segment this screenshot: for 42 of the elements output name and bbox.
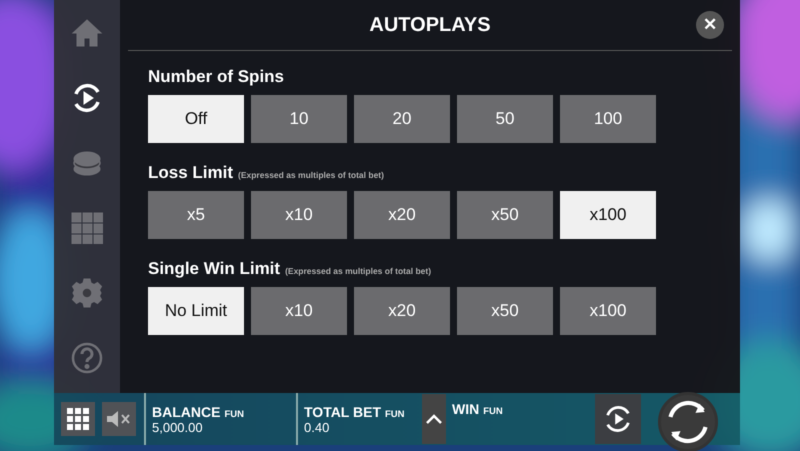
field-label: TOTAL BET (304, 404, 381, 420)
spin-button[interactable] (658, 392, 718, 451)
option-button[interactable]: x5 (148, 191, 244, 239)
currency-label: FUN (483, 406, 503, 417)
option-button[interactable]: 10 (251, 95, 347, 143)
caret-icon (426, 414, 442, 424)
close-button[interactable]: ✕ (696, 11, 724, 39)
menu-button[interactable] (61, 402, 95, 436)
home-icon[interactable] (71, 17, 103, 49)
option-button[interactable]: Off (148, 95, 244, 143)
field-label: WIN (452, 401, 480, 417)
option-button[interactable]: No Limit (148, 287, 244, 335)
muted-speaker-icon (106, 409, 132, 429)
option-button[interactable]: x100 (560, 287, 656, 335)
option-button[interactable]: 100 (560, 95, 656, 143)
field-value: 5,000.00 (152, 420, 204, 434)
section-heading: Single Win Limit (148, 259, 280, 279)
option-button[interactable]: x10 (251, 287, 347, 335)
currency-label: FUN (385, 408, 405, 420)
section-note: (Expressed as multiples of total bet) (238, 170, 384, 180)
option-button[interactable]: x50 (457, 191, 553, 239)
option-button[interactable]: x10 (251, 191, 347, 239)
settings-icon[interactable] (71, 277, 103, 309)
option-button[interactable]: x50 (457, 287, 553, 335)
sound-off-button[interactable] (102, 402, 136, 436)
option-button[interactable]: 20 (354, 95, 450, 143)
grid-icon (67, 408, 89, 430)
expand-button[interactable] (422, 394, 446, 444)
field-value: 0.40 (304, 420, 330, 434)
grid-icon[interactable] (71, 212, 103, 244)
section-heading: Loss Limit (148, 163, 234, 183)
option-button[interactable]: x20 (354, 191, 450, 239)
option-button[interactable]: x20 (354, 287, 450, 335)
option-button[interactable]: 50 (457, 95, 553, 143)
autoplay-button[interactable] (595, 394, 641, 444)
dialog-title: AUTOPLAYS (369, 14, 491, 36)
currency-label: FUN (224, 408, 244, 420)
help-icon[interactable] (71, 342, 103, 374)
field-label: BALANCE (152, 404, 220, 420)
option-button[interactable]: x100 (560, 191, 656, 239)
section-note: (Expressed as multiples of total bet) (285, 266, 432, 276)
section-heading: Number of Spins (148, 67, 284, 87)
